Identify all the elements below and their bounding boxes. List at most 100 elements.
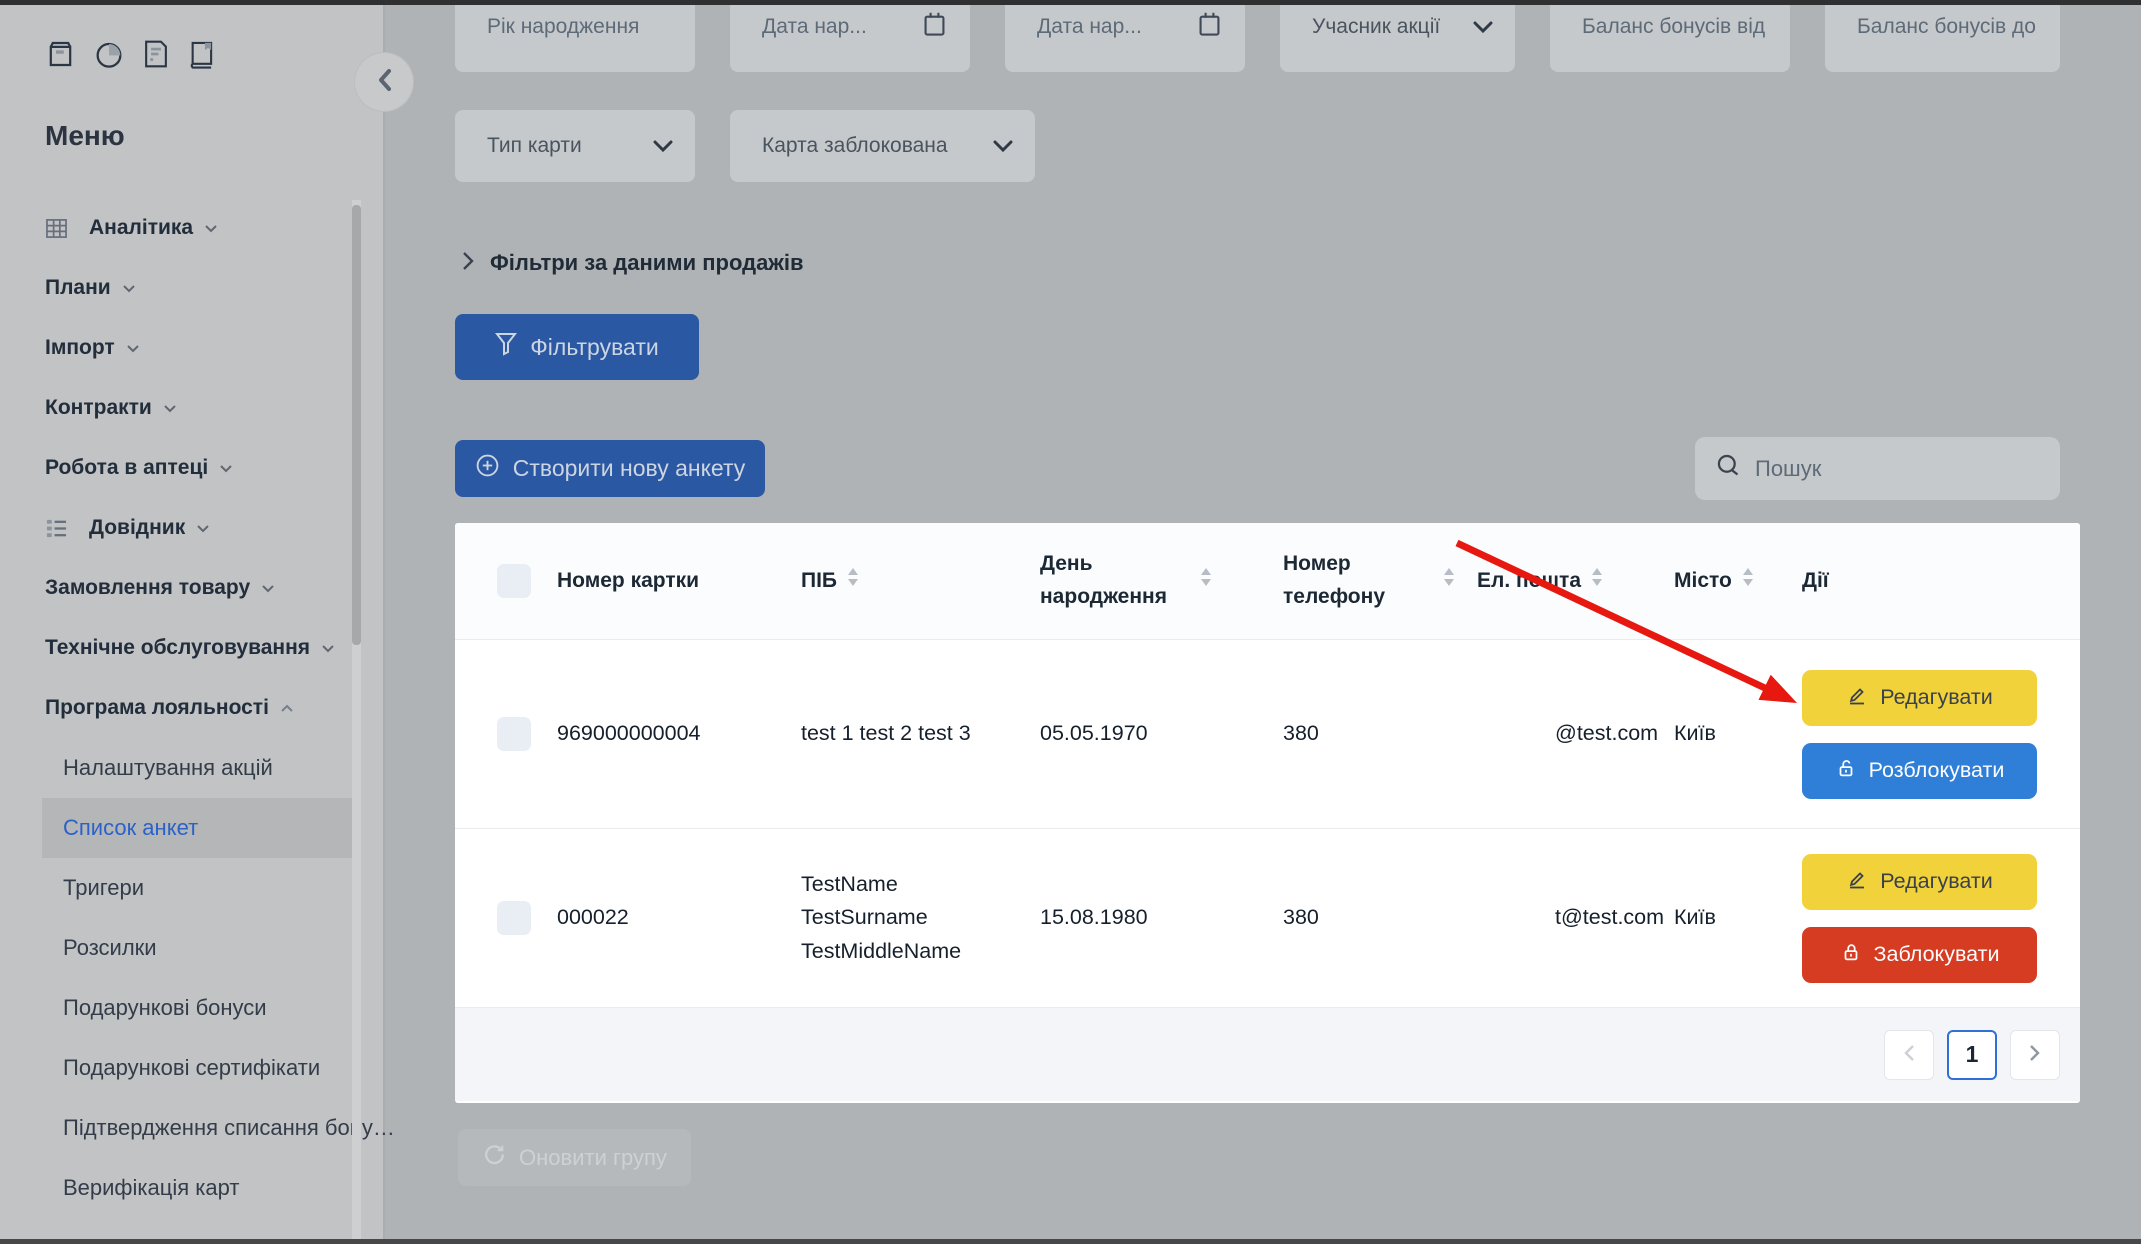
sort-icon[interactable] xyxy=(1591,565,1603,598)
pagination-page-1[interactable]: 1 xyxy=(1947,1030,1997,1080)
sidebar-item-maintenance[interactable]: Технічне обслуговування xyxy=(0,618,385,678)
column-header-email[interactable]: Ел. пошта xyxy=(1477,565,1674,598)
unblock-button[interactable]: Розблокувати xyxy=(1802,743,2037,799)
table-footer: 1 xyxy=(455,1008,2080,1101)
cell-email: @test.com xyxy=(1477,717,1658,750)
update-group-button[interactable]: Оновити групу xyxy=(458,1129,691,1186)
sidebar-item-label: Довідник xyxy=(89,516,185,540)
edit-button[interactable]: Редагувати xyxy=(1802,854,2037,910)
cell-phone: 380 xyxy=(1283,717,1477,750)
sort-icon[interactable] xyxy=(1742,565,1754,598)
chevron-down-icon xyxy=(126,344,140,353)
create-button-label: Створити нову анкету xyxy=(513,455,746,482)
sidebar-subitem-triggers[interactable]: Тригери xyxy=(42,858,357,918)
cell-email: t@test.com xyxy=(1477,901,1664,934)
document-icon[interactable] xyxy=(142,38,170,70)
refresh-icon xyxy=(482,1142,507,1173)
menu-title: Меню xyxy=(45,120,125,152)
chevron-down-icon xyxy=(1473,15,1493,39)
filter-bonus-balance-from-input[interactable]: Баланс бонусів від xyxy=(1550,0,1790,72)
sidebar-scrollbar-thumb[interactable] xyxy=(352,205,361,645)
subitem-label: Налаштування акцій xyxy=(63,755,273,781)
sidebar-item-import[interactable]: Імпорт xyxy=(0,318,385,378)
sidebar-subitem-gift-bonuses[interactable]: Подарункові бонуси xyxy=(42,978,357,1038)
row-checkbox[interactable] xyxy=(497,717,531,751)
column-header-birth-date[interactable]: День народження xyxy=(1040,548,1283,613)
sidebar-item-goods-order[interactable]: Замовлення товару xyxy=(0,558,385,618)
unlock-icon xyxy=(1835,757,1857,785)
table-row: 969000000004 test 1 test 2 test 3 05.05.… xyxy=(455,640,2080,829)
sidebar-item-pharmacy-work[interactable]: Робота в аптеці xyxy=(0,438,385,498)
sidebar-item-label: Аналітика xyxy=(89,216,193,240)
filter-card-blocked-select[interactable]: Карта заблокована xyxy=(730,110,1035,182)
sidebar-item-label: Замовлення товару xyxy=(45,576,250,600)
filter-promo-participant-select[interactable]: Учасник акції xyxy=(1280,0,1515,72)
sidebar-collapse-button[interactable] xyxy=(355,53,413,111)
filter-button[interactable]: Фільтрувати xyxy=(455,314,699,380)
sidebar-menu: Аналітика Плани Імпорт Контракти Робота … xyxy=(0,198,385,1218)
pagination-next-button[interactable] xyxy=(2010,1030,2060,1080)
pagination: 1 xyxy=(1884,1030,2060,1080)
create-questionnaire-button[interactable]: Створити нову анкету xyxy=(455,440,765,497)
filter-card-type-select[interactable]: Тип карти xyxy=(455,110,695,182)
sales-filters-toggle[interactable]: Фільтри за даними продажів xyxy=(462,250,804,276)
search-input[interactable]: Пошук xyxy=(1695,437,2060,500)
sidebar-subitem-promo-settings[interactable]: Налаштування акцій xyxy=(42,738,357,798)
pencil-icon xyxy=(1846,868,1868,896)
block-button-label: Заблокувати xyxy=(1874,942,2000,967)
funnel-icon xyxy=(495,332,517,362)
top-edge-strip xyxy=(0,0,2141,5)
sidebar-item-label: Плани xyxy=(45,276,111,300)
sidebar-subitem-card-verification[interactable]: Верифікація карт xyxy=(42,1158,357,1218)
block-button[interactable]: Заблокувати xyxy=(1802,927,2037,983)
sort-icon[interactable] xyxy=(1200,565,1212,598)
sidebar-item-directory[interactable]: Довідник xyxy=(0,498,385,558)
sidebar-subitem-bonus-writeoff-confirm[interactable]: Підтвердження списання бону… xyxy=(42,1098,357,1158)
chevron-down-icon xyxy=(219,464,233,473)
filter-birth-date-to-input[interactable]: Дата нар... xyxy=(1005,0,1245,72)
filter-label: Учасник акції xyxy=(1312,15,1473,39)
sidebar-item-label: Контракти xyxy=(45,396,152,420)
pencil-icon xyxy=(1846,684,1868,712)
sidebar-subitem-questionnaire-list[interactable]: Список анкет xyxy=(42,798,357,858)
cell-birth-date: 05.05.1970 xyxy=(1040,717,1283,750)
lock-icon xyxy=(1840,941,1862,969)
sidebar-item-label: Програма лояльності xyxy=(45,696,269,720)
sort-icon[interactable] xyxy=(847,565,859,598)
chevron-down-icon xyxy=(993,134,1013,158)
sidebar-item-plans[interactable]: Плани xyxy=(0,258,385,318)
edit-button[interactable]: Редагувати xyxy=(1802,670,2037,726)
filter-birth-date-from-input[interactable]: Дата нар... xyxy=(730,0,970,72)
sidebar-item-loyalty-program[interactable]: Програма лояльності xyxy=(0,678,385,738)
list-icon xyxy=(45,518,68,539)
sidebar-item-contracts[interactable]: Контракти xyxy=(0,378,385,438)
sidebar: Меню Аналітика Плани Імпорт Контракти Ро… xyxy=(0,0,385,1244)
sidebar-subitem-mailings[interactable]: Розсилки xyxy=(42,918,357,978)
table-header: Номер картки ПІБ День народження Номер т… xyxy=(455,523,2080,640)
sales-filters-label: Фільтри за даними продажів xyxy=(490,250,804,276)
chevron-down-icon xyxy=(204,224,218,233)
column-header-phone[interactable]: Номер телефону xyxy=(1283,548,1477,613)
chevron-down-icon xyxy=(653,134,673,158)
column-header-city[interactable]: Місто xyxy=(1674,565,1802,598)
archive-icon[interactable] xyxy=(45,38,76,70)
sidebar-item-label: Робота в аптеці xyxy=(45,456,208,480)
sidebar-subitem-gift-certificates[interactable]: Подарункові сертифікати xyxy=(42,1038,357,1098)
pie-chart-icon[interactable] xyxy=(93,38,125,70)
select-all-checkbox[interactable] xyxy=(497,564,531,598)
cell-card-number: 000022 xyxy=(557,901,801,934)
column-header-card-number: Номер картки xyxy=(557,565,801,598)
subitem-label: Підтвердження списання бону… xyxy=(63,1115,395,1141)
column-header-name[interactable]: ПІБ xyxy=(801,565,1040,598)
row-checkbox[interactable] xyxy=(497,901,531,935)
sidebar-item-analytics[interactable]: Аналітика xyxy=(0,198,385,258)
filter-birth-year-input[interactable]: Рік народження xyxy=(455,0,695,72)
cell-city: Київ xyxy=(1674,901,1802,934)
cell-phone: 380 xyxy=(1283,901,1477,934)
sort-icon[interactable] xyxy=(1443,565,1455,598)
filter-bonus-balance-to-input[interactable]: Баланс бонусів до xyxy=(1825,0,2060,72)
subitem-label: Верифікація карт xyxy=(63,1175,239,1201)
book-icon[interactable] xyxy=(187,38,218,70)
pagination-prev-button[interactable] xyxy=(1884,1030,1934,1080)
edit-button-label: Редагувати xyxy=(1880,869,1993,894)
